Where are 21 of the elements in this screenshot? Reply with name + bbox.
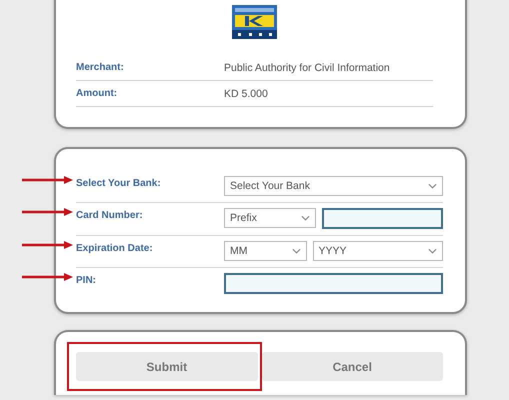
dropdown[interactable]: MM [224, 241, 306, 261]
action-button[interactable]: Submit [76, 352, 258, 381]
field-label: Card Number: [76, 209, 144, 221]
field-label: Amount: [76, 88, 118, 99]
input-field[interactable] [322, 208, 443, 229]
input-field[interactable] [224, 273, 443, 294]
field-value: Public Authority for Civil Information [224, 62, 391, 74]
field-label: PIN: [76, 274, 97, 286]
caret-icon [292, 248, 300, 254]
caret-icon [428, 248, 437, 254]
field-label: Expiration Date: [76, 242, 154, 254]
field-value: KD 5.000 [224, 88, 269, 100]
logo-icon [232, 5, 277, 39]
field-label: Merchant: [76, 62, 125, 73]
caret-icon [428, 183, 437, 189]
field-label: Select Your Bank: [76, 177, 162, 189]
dropdown[interactable]: Prefix [224, 208, 316, 228]
action-button[interactable]: Cancel [262, 352, 443, 381]
dropdown[interactable]: Select Your Bank [224, 176, 443, 196]
dropdown[interactable]: YYYY [312, 241, 443, 261]
caret-icon [300, 215, 310, 221]
